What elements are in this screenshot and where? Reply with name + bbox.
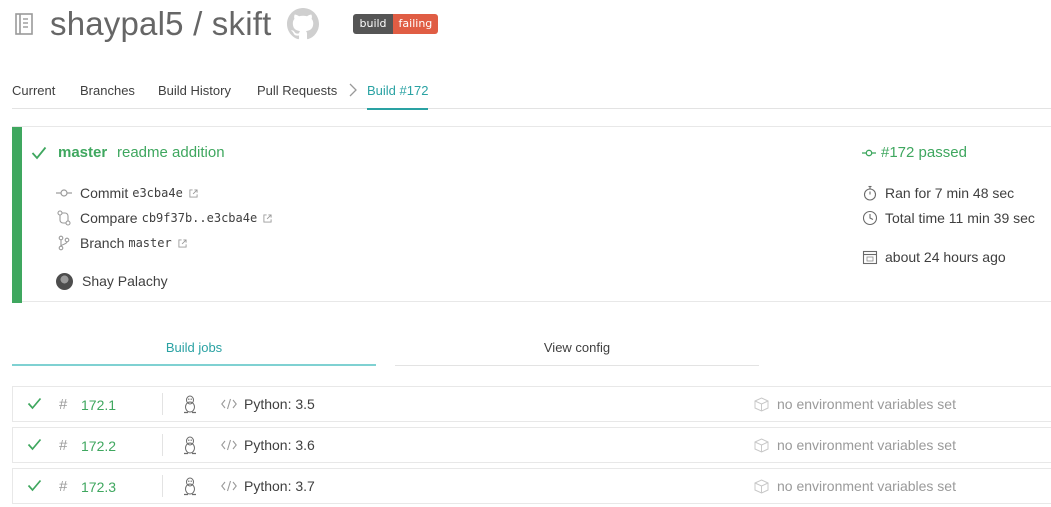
repo-book-icon bbox=[15, 13, 33, 35]
branch-row[interactable]: Branch master bbox=[56, 234, 187, 252]
linux-tux-icon bbox=[184, 395, 196, 414]
job-language: Python: 3.7 bbox=[244, 478, 315, 494]
build-branch-link[interactable]: master bbox=[58, 144, 107, 161]
tab-current[interactable]: Current bbox=[12, 83, 55, 98]
tab-build-history[interactable]: Build History bbox=[158, 83, 231, 98]
code-icon bbox=[221, 398, 237, 410]
build-status: #172 passed bbox=[862, 144, 967, 161]
compare-icon bbox=[57, 210, 71, 226]
job-env: no environment variables set bbox=[777, 396, 956, 412]
stopwatch-icon bbox=[863, 185, 877, 201]
calendar-icon bbox=[862, 250, 878, 265]
job-number[interactable]: 172.3 bbox=[81, 479, 116, 495]
build-sub-tabs: Build jobs View config bbox=[12, 334, 760, 368]
tab-pull-requests[interactable]: Pull Requests bbox=[257, 83, 337, 98]
job-number[interactable]: 172.2 bbox=[81, 438, 116, 454]
job-number[interactable]: 172.1 bbox=[81, 397, 116, 413]
env-box-icon bbox=[754, 397, 769, 412]
compare-range: cb9f37b..e3cba4e bbox=[141, 211, 258, 225]
ran-for-text: Ran for 7 min 48 sec bbox=[885, 185, 1015, 201]
job-env: no environment variables set bbox=[777, 478, 956, 494]
external-link-icon bbox=[178, 238, 187, 248]
passed-check-icon bbox=[27, 438, 42, 451]
linux-tux-icon bbox=[184, 436, 196, 455]
passed-check-icon bbox=[27, 479, 42, 492]
total-time-text: Total time 11 min 39 sec bbox=[885, 210, 1035, 226]
passed-check-icon bbox=[31, 146, 47, 160]
repo-title[interactable]: shaypal5 / skift bbox=[50, 5, 271, 43]
total-time-row: Total time 11 min 39 sec bbox=[862, 209, 1035, 227]
repo-header: shaypal5 / skift build failing bbox=[12, 2, 439, 46]
build-status-stripe bbox=[12, 127, 22, 303]
author-name: Shay Palachy bbox=[82, 273, 168, 289]
job-hash: # bbox=[59, 478, 68, 495]
build-status-text: #172 passed bbox=[881, 144, 967, 161]
branch-value: master bbox=[128, 236, 172, 250]
commit-icon bbox=[56, 189, 72, 197]
branch-icon bbox=[58, 235, 70, 251]
commit-label: Commit bbox=[80, 185, 129, 201]
badge-status: failing bbox=[392, 14, 439, 34]
divider bbox=[162, 393, 163, 415]
build-status-badge[interactable]: build failing bbox=[353, 14, 439, 34]
job-row[interactable]: # 172.2 Python: 3.6 no environment varia… bbox=[12, 427, 1051, 463]
commit-message: readme addition bbox=[117, 144, 225, 161]
tab-view-config[interactable]: View config bbox=[395, 334, 759, 366]
external-link-icon bbox=[189, 188, 198, 198]
tab-branches[interactable]: Branches bbox=[80, 83, 135, 98]
job-row[interactable]: # 172.3 Python: 3.7 no environment varia… bbox=[12, 468, 1051, 504]
external-link-icon bbox=[263, 213, 272, 223]
avatar bbox=[56, 272, 73, 290]
divider bbox=[162, 475, 163, 497]
job-language: Python: 3.6 bbox=[244, 437, 315, 453]
job-language: Python: 3.5 bbox=[244, 396, 315, 412]
commit-hash: e3cba4e bbox=[132, 186, 183, 200]
compare-label: Compare bbox=[80, 210, 138, 226]
commit-row[interactable]: Commit e3cba4e bbox=[56, 184, 198, 202]
github-octocat-icon[interactable] bbox=[287, 8, 320, 40]
repo-tabs: Current Branches Build History Pull Requ… bbox=[12, 76, 1051, 110]
job-row[interactable]: # 172.1 Python: 3.5 no environment varia… bbox=[12, 386, 1051, 422]
tab-build-jobs[interactable]: Build jobs bbox=[12, 334, 376, 366]
compare-row[interactable]: Compare cb9f37b..e3cba4e bbox=[56, 209, 272, 227]
code-icon bbox=[221, 439, 237, 451]
code-icon bbox=[221, 480, 237, 492]
job-hash: # bbox=[59, 396, 68, 413]
env-box-icon bbox=[754, 438, 769, 453]
badge-label: build bbox=[353, 14, 393, 34]
env-box-icon bbox=[754, 479, 769, 494]
commit-status-icon bbox=[862, 149, 876, 156]
build-summary: master readme addition Commit e3cba4e Co… bbox=[12, 126, 1051, 303]
tab-build-172[interactable]: Build #172 bbox=[367, 83, 429, 110]
job-hash: # bbox=[59, 437, 68, 454]
linux-tux-icon bbox=[184, 477, 196, 496]
clock-icon bbox=[862, 210, 878, 226]
chevron-right-icon bbox=[349, 83, 357, 97]
ran-for-row: Ran for 7 min 48 sec bbox=[862, 184, 1014, 202]
branch-label: Branch bbox=[80, 235, 125, 251]
job-env: no environment variables set bbox=[777, 437, 956, 453]
divider bbox=[162, 434, 163, 456]
passed-check-icon bbox=[27, 397, 42, 410]
finished-row: about 24 hours ago bbox=[862, 248, 1006, 266]
author-row: Shay Palachy bbox=[56, 272, 168, 290]
finished-time: about 24 hours ago bbox=[885, 249, 1006, 265]
